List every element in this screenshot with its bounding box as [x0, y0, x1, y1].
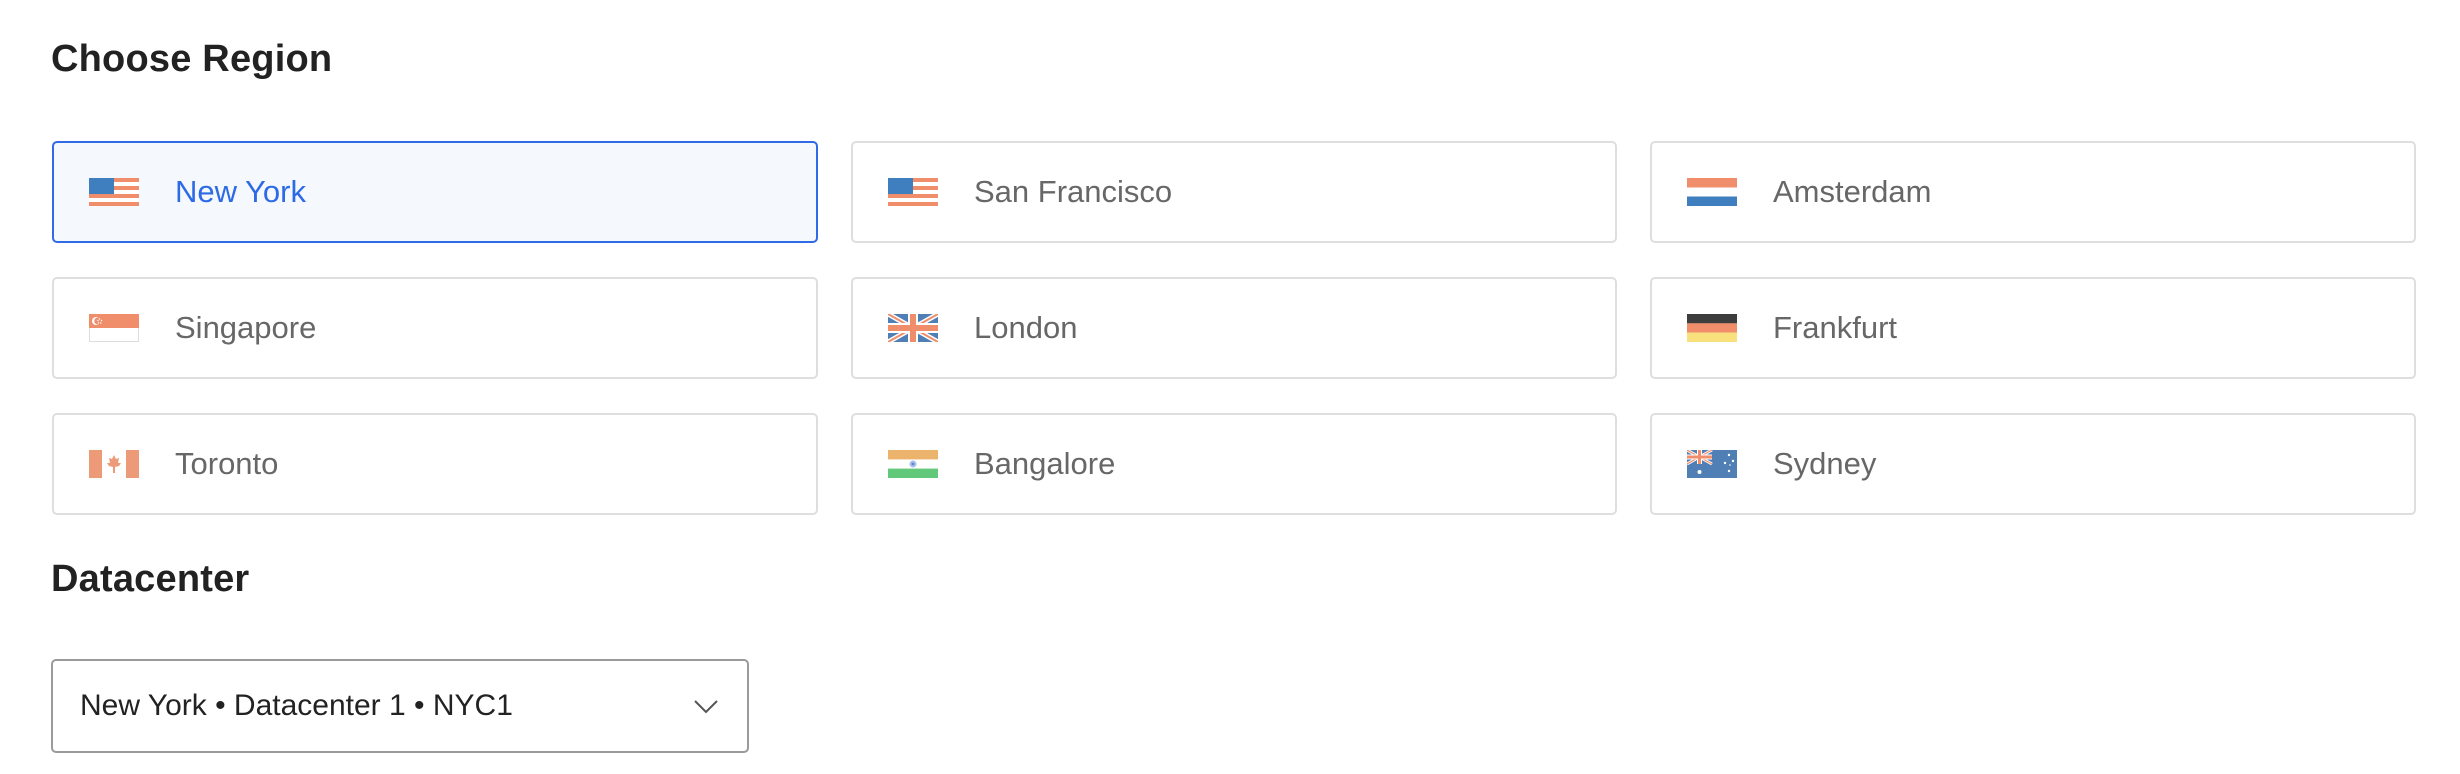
- netherlands-flag-icon: [1687, 178, 1737, 206]
- region-label: Frankfurt: [1773, 310, 1898, 345]
- region-label: Toronto: [175, 446, 279, 481]
- region-card-amsterdam[interactable]: Amsterdam: [1650, 141, 2416, 243]
- region-card-singapore[interactable]: Singapore: [52, 277, 818, 379]
- uk-flag-icon: [888, 314, 938, 342]
- region-card-sydney[interactable]: Sydney: [1650, 413, 2416, 515]
- region-label: London: [974, 310, 1078, 345]
- region-label: Sydney: [1773, 446, 1877, 481]
- region-label: Amsterdam: [1773, 174, 1932, 209]
- us-flag-icon: [888, 178, 938, 206]
- region-label: Singapore: [175, 310, 317, 345]
- choose-region-heading: Choose Region: [51, 38, 333, 80]
- datacenter-select[interactable]: New York • Datacenter 1 • NYC1: [51, 659, 749, 753]
- region-card-frankfurt[interactable]: Frankfurt: [1650, 277, 2416, 379]
- region-grid: New York San Francisco Amsterdam Singapo…: [52, 141, 2416, 515]
- region-card-san-francisco[interactable]: San Francisco: [851, 141, 1617, 243]
- datacenter-select-value: New York • Datacenter 1 • NYC1: [80, 689, 513, 722]
- region-label: Bangalore: [974, 446, 1116, 481]
- australia-flag-icon: [1687, 450, 1737, 478]
- region-label: New York: [175, 174, 306, 209]
- chevron-down-icon: [694, 700, 718, 714]
- region-label: San Francisco: [974, 174, 1173, 209]
- germany-flag-icon: [1687, 314, 1737, 342]
- canada-flag-icon: [89, 450, 139, 478]
- singapore-flag-icon: [89, 314, 139, 342]
- datacenter-heading: Datacenter: [51, 558, 250, 600]
- india-flag-icon: [888, 450, 938, 478]
- region-card-toronto[interactable]: Toronto: [52, 413, 818, 515]
- region-card-london[interactable]: London: [851, 277, 1617, 379]
- region-card-new-york[interactable]: New York: [52, 141, 818, 243]
- region-card-bangalore[interactable]: Bangalore: [851, 413, 1617, 515]
- us-flag-icon: [89, 178, 139, 206]
